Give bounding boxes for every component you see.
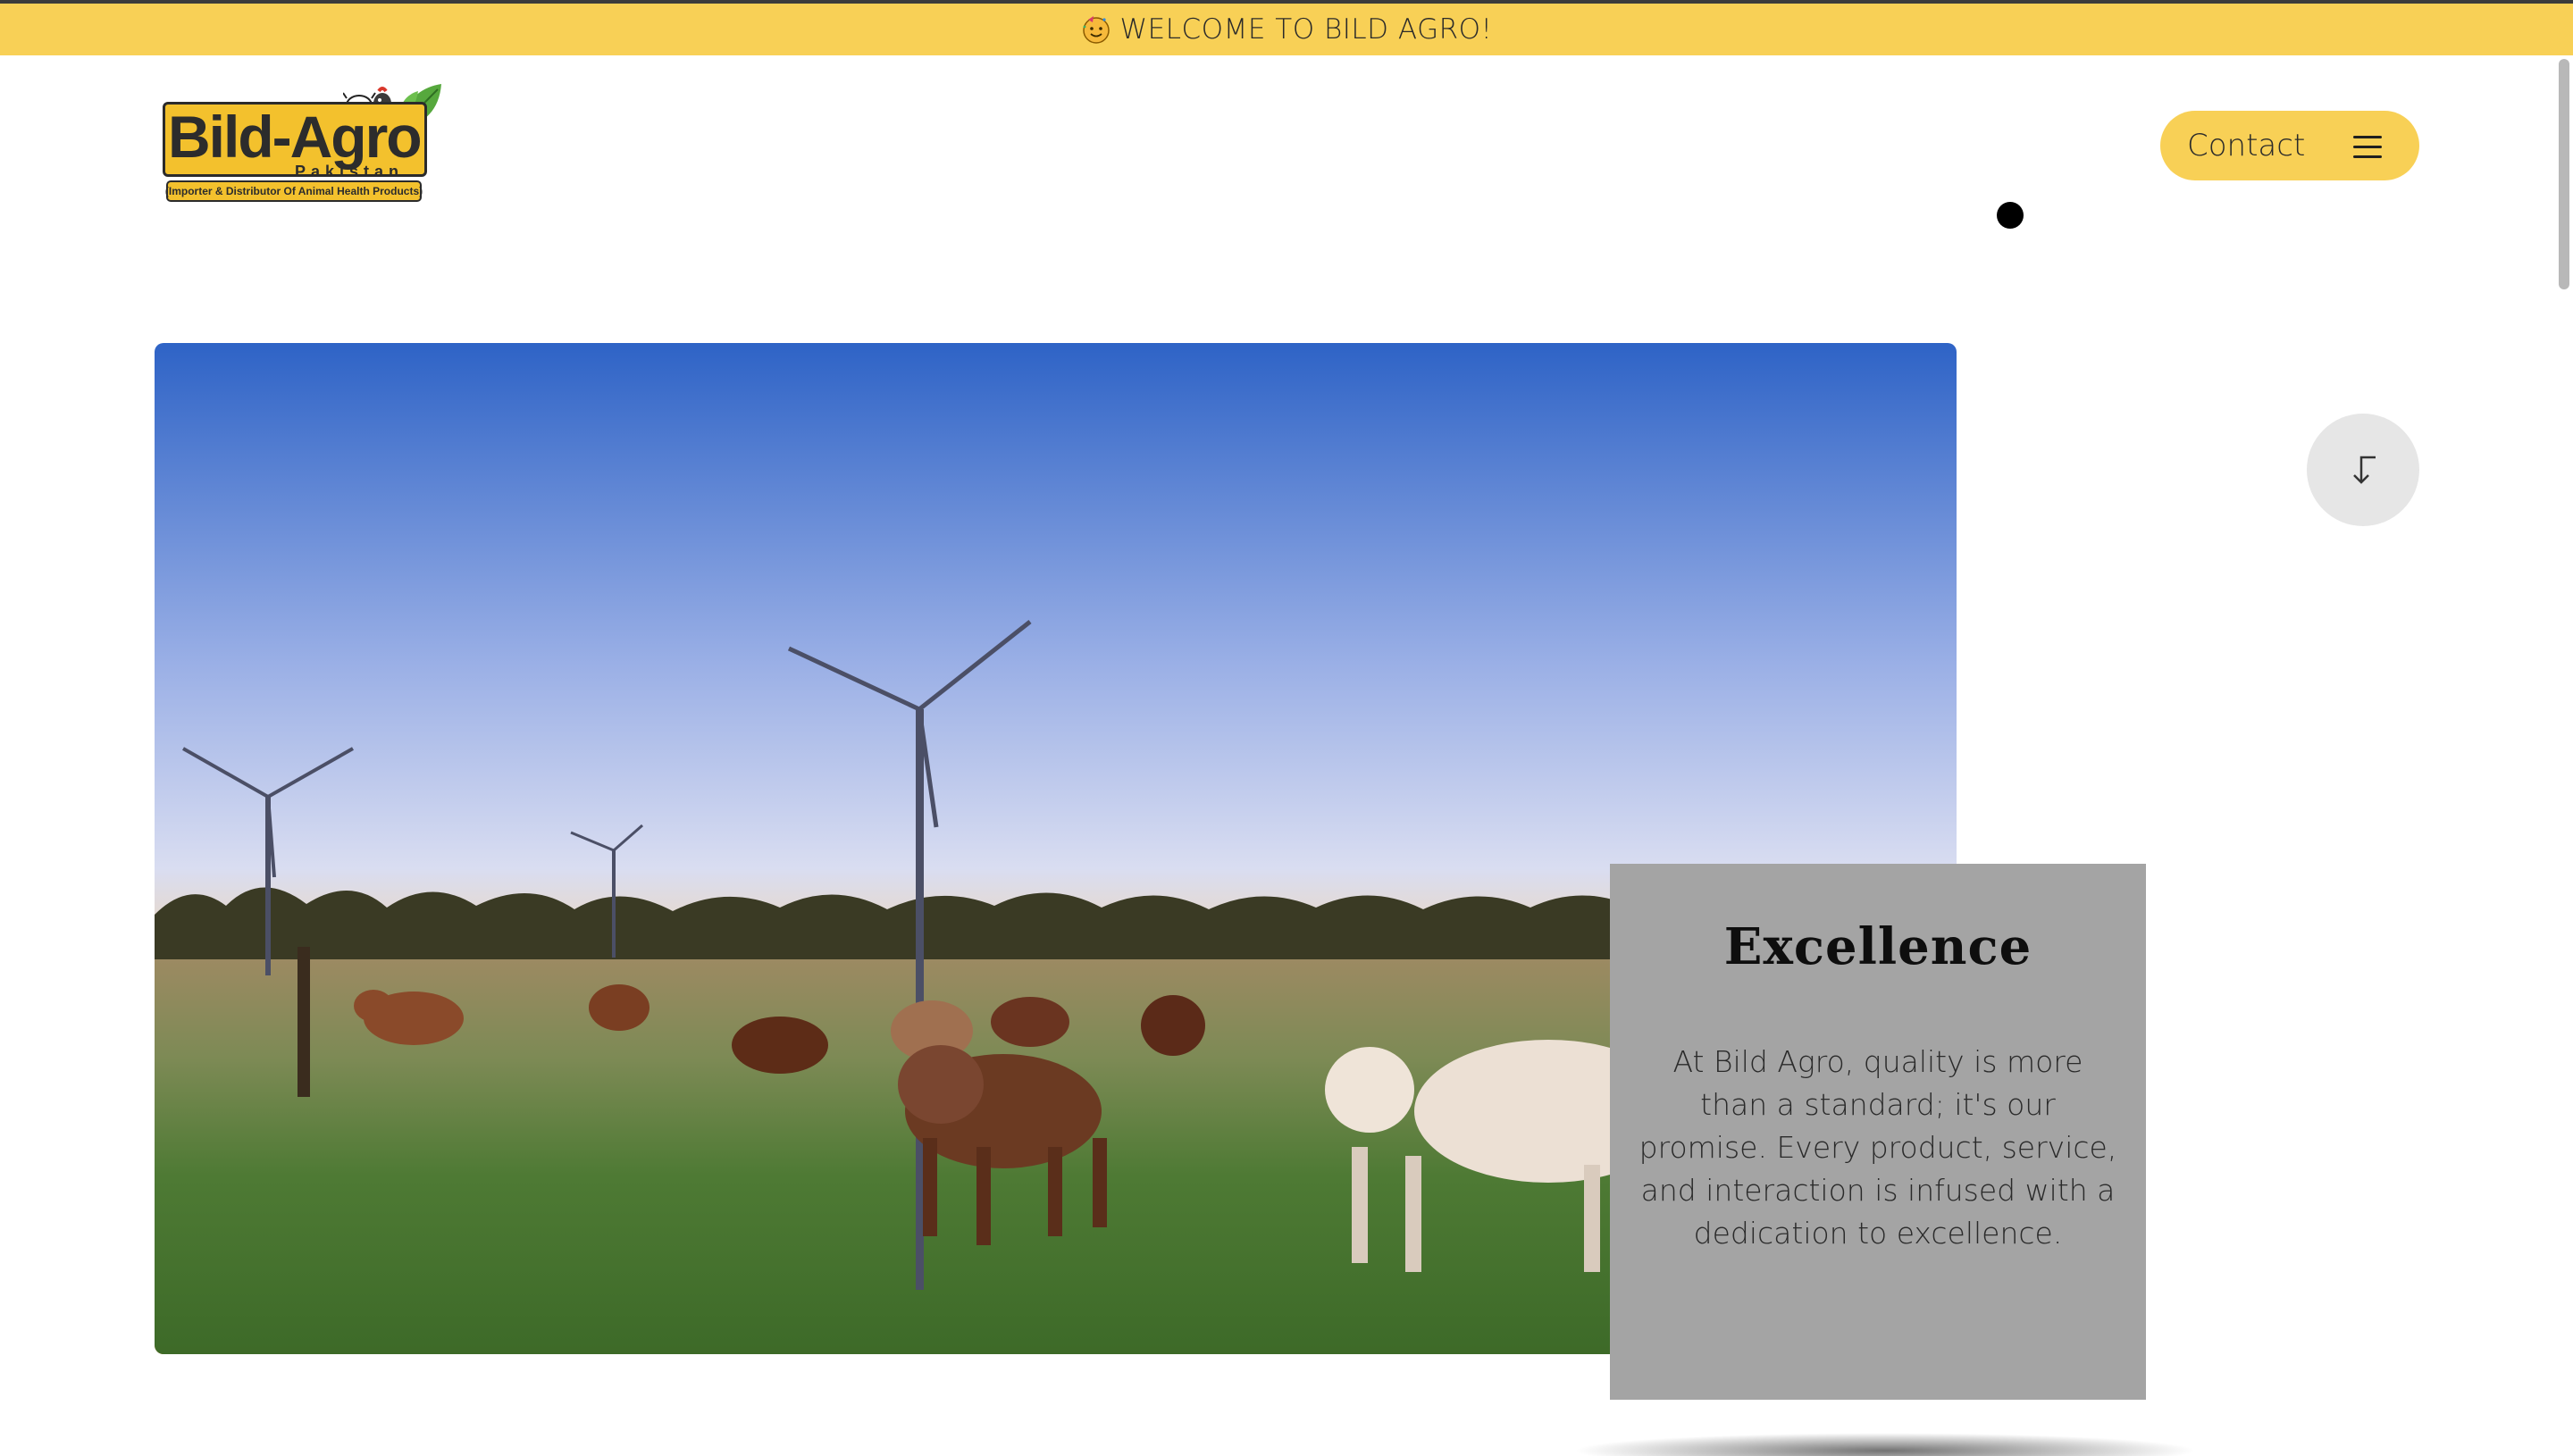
arrow-down-left-icon: [2353, 456, 2376, 484]
logo-word-dash: -: [272, 104, 292, 170]
bild-agro-logo[interactable]: Bild-Agro Pakistan (Importer & Distribut…: [159, 82, 445, 204]
contact-label: Contact: [2187, 128, 2306, 163]
excellence-description: At Bild Agro, quality is more than a sta…: [1639, 1044, 2117, 1251]
cursor-dot: [1997, 202, 2024, 229]
logo-tagline: (Importer & Distributor Of Animal Health…: [165, 180, 423, 202]
party-face-icon: [1081, 14, 1111, 45]
excellence-card: Excellence At Bild Agro, quality is more…: [1610, 864, 2146, 1400]
logo-word-bild: Bild: [168, 104, 274, 170]
card-shadow: [1572, 1433, 2198, 1456]
logo-word-agro: Agro: [289, 104, 423, 170]
scroll-down-button[interactable]: [2307, 414, 2419, 526]
logo-subtitle: Pakistan: [295, 163, 405, 180]
logo-wordmark: Bild-Agro: [168, 107, 423, 166]
scrollbar-thumb[interactable]: [2559, 59, 2569, 289]
excellence-title: Excellence: [1723, 917, 2032, 976]
hamburger-menu-icon[interactable]: [2353, 134, 2382, 159]
welcome-text: WELCOME TO BILD AGRO!: [1119, 13, 1493, 46]
contact-menu-button[interactable]: Contact: [2160, 111, 2419, 180]
welcome-banner: WELCOME TO BILD AGRO!: [0, 4, 2573, 55]
